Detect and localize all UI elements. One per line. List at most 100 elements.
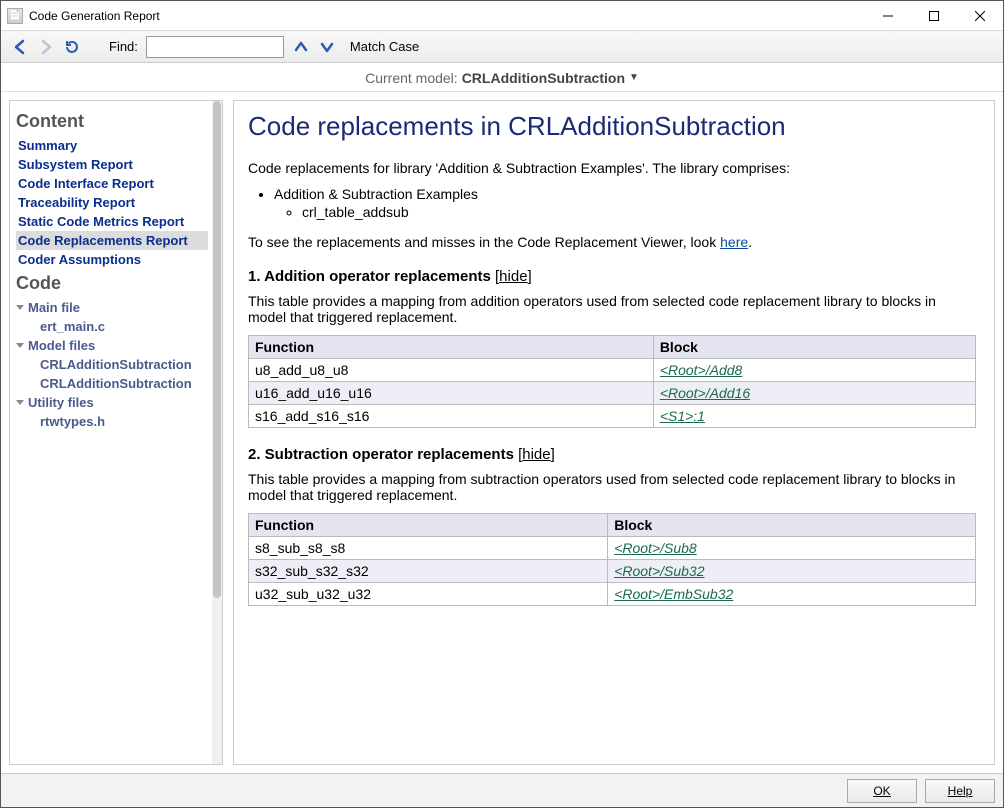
sidebar-item-code-replacements-report[interactable]: Code Replacements Report xyxy=(16,231,208,250)
find-input[interactable] xyxy=(146,36,284,58)
ok-button[interactable]: OK xyxy=(847,779,917,803)
help-button-label: Help xyxy=(948,784,973,798)
intro-text: Code replacements for library 'Addition … xyxy=(248,160,976,176)
sidebar: Content SummarySubsystem ReportCode Inte… xyxy=(9,100,223,765)
sidebar-item-traceability-report[interactable]: Traceability Report xyxy=(16,193,208,212)
back-button[interactable] xyxy=(11,38,29,56)
section2-hide-link[interactable]: hide xyxy=(522,446,550,463)
table-row: u16_add_u16_u16 <Root>/Add16 xyxy=(249,382,976,405)
block-link[interactable]: <Root>/Sub8 xyxy=(614,540,697,556)
current-model-prefix: Current model: xyxy=(365,70,458,86)
page-title: Code replacements in CRLAdditionSubtract… xyxy=(248,111,976,142)
table-row: s8_sub_s8_s8 <Root>/Sub8 xyxy=(249,537,976,560)
block-cell: <Root>/Add16 xyxy=(653,382,975,405)
sidebar-item-summary[interactable]: Summary xyxy=(16,136,208,155)
addition-table: Function Block u8_add_u8_u8 <Root>/Add8 u1… xyxy=(248,335,976,428)
file-link[interactable]: CRLAdditionSubtraction xyxy=(16,374,208,393)
find-next-button[interactable] xyxy=(318,38,336,56)
block-link[interactable]: <Root>/Sub32 xyxy=(614,563,704,579)
footer: OK Help xyxy=(1,773,1003,807)
table-row: s32_sub_s32_s32 <Root>/Sub32 xyxy=(249,560,976,583)
code-section-model-files[interactable]: Model files xyxy=(16,336,208,355)
viewer-sentence-pre: To see the replacements and misses in th… xyxy=(248,234,720,250)
sidebar-item-subsystem-report[interactable]: Subsystem Report xyxy=(16,155,208,174)
block-cell: <Root>/Add8 xyxy=(653,359,975,382)
table-header-block: Block xyxy=(653,336,975,359)
scrollbar-thumb[interactable] xyxy=(213,101,221,598)
toolbar: Find: Match Case xyxy=(1,31,1003,63)
help-button[interactable]: Help xyxy=(925,779,995,803)
function-cell: u16_add_u16_u16 xyxy=(249,382,654,405)
section2-heading: 2. Subtraction operator replacements [hi… xyxy=(248,446,976,463)
block-link[interactable]: <Root>/Add8 xyxy=(660,362,743,378)
library-item-label: Addition & Subtraction Examples xyxy=(274,186,478,202)
code-heading: Code xyxy=(16,273,208,294)
sidebar-item-code-interface-report[interactable]: Code Interface Report xyxy=(16,174,208,193)
file-link[interactable]: ert_main.c xyxy=(16,317,208,336)
close-button[interactable] xyxy=(957,1,1003,30)
current-model-name: CRLAdditionSubtraction xyxy=(462,70,625,86)
content-heading: Content xyxy=(16,111,208,132)
function-cell: s32_sub_s32_s32 xyxy=(249,560,608,583)
file-link[interactable]: CRLAdditionSubtraction xyxy=(16,355,208,374)
dropdown-icon: ▼ xyxy=(629,72,639,83)
block-cell: <Root>/Sub8 xyxy=(608,537,976,560)
library-list: Addition & Subtraction Examples crl_tabl… xyxy=(274,186,976,220)
code-section-label: Utility files xyxy=(28,395,94,410)
block-cell: <S1>:1 xyxy=(653,405,975,428)
sidebar-scrollbar[interactable] xyxy=(212,101,222,764)
refresh-button[interactable] xyxy=(63,38,81,56)
subtraction-table: Function Block s8_sub_s8_s8 <Root>/Sub8 s3… xyxy=(248,513,976,606)
forward-button[interactable] xyxy=(37,38,55,56)
block-link[interactable]: <Root>/EmbSub32 xyxy=(614,586,733,602)
minimize-button[interactable] xyxy=(865,1,911,30)
function-cell: s8_sub_s8_s8 xyxy=(249,537,608,560)
window-controls xyxy=(865,1,1003,30)
match-case-label[interactable]: Match Case xyxy=(350,39,419,54)
viewer-link[interactable]: here xyxy=(720,234,748,250)
function-cell: s16_add_s16_s16 xyxy=(249,405,654,428)
block-cell: <Root>/Sub32 xyxy=(608,560,976,583)
code-section-main-file[interactable]: Main file xyxy=(16,298,208,317)
body-area: Content SummarySubsystem ReportCode Inte… xyxy=(1,92,1003,773)
caret-down-icon xyxy=(16,305,24,310)
section1-desc: This table provides a mapping from addit… xyxy=(248,293,976,325)
viewer-sentence-post: . xyxy=(748,234,752,250)
window-title: Code Generation Report xyxy=(29,9,865,23)
caret-down-icon xyxy=(16,400,24,405)
code-section-label: Main file xyxy=(28,300,80,315)
function-cell: u32_sub_u32_u32 xyxy=(249,583,608,606)
code-section-utility-files[interactable]: Utility files xyxy=(16,393,208,412)
table-row: u8_add_u8_u8 <Root>/Add8 xyxy=(249,359,976,382)
library-item: Addition & Subtraction Examples crl_tabl… xyxy=(274,186,976,220)
code-section-label: Model files xyxy=(28,338,95,353)
section1-hide-link[interactable]: hide xyxy=(499,268,527,285)
caret-down-icon xyxy=(16,343,24,348)
library-sub-item: crl_table_addsub xyxy=(302,204,976,220)
title-bar: Code Generation Report xyxy=(1,1,1003,31)
file-link[interactable]: rtwtypes.h xyxy=(16,412,208,431)
section2-desc: This table provides a mapping from subtr… xyxy=(248,471,976,503)
find-label: Find: xyxy=(109,39,138,54)
section2-title: 2. Subtraction operator replacements xyxy=(248,446,514,463)
maximize-button[interactable] xyxy=(911,1,957,30)
find-prev-button[interactable] xyxy=(292,38,310,56)
table-row: s16_add_s16_s16 <S1>:1 xyxy=(249,405,976,428)
main-panel: Code replacements in CRLAdditionSubtract… xyxy=(233,100,995,765)
table-header-block: Block xyxy=(608,514,976,537)
sidebar-item-static-code-metrics-report[interactable]: Static Code Metrics Report xyxy=(16,212,208,231)
sidebar-item-coder-assumptions[interactable]: Coder Assumptions xyxy=(16,250,208,269)
block-cell: <Root>/EmbSub32 xyxy=(608,583,976,606)
table-header-function: Function xyxy=(249,514,608,537)
app-icon xyxy=(7,8,23,24)
ok-button-label: OK xyxy=(873,784,890,798)
current-model-bar[interactable]: Current model: CRLAdditionSubtraction ▼ xyxy=(1,64,1003,92)
block-link[interactable]: <S1>:1 xyxy=(660,408,705,424)
viewer-sentence: To see the replacements and misses in th… xyxy=(248,234,976,250)
section1-heading: 1. Addition operator replacements [hide] xyxy=(248,268,976,285)
section1-title: 1. Addition operator replacements xyxy=(248,268,491,285)
function-cell: u8_add_u8_u8 xyxy=(249,359,654,382)
block-link[interactable]: <Root>/Add16 xyxy=(660,385,750,401)
table-header-function: Function xyxy=(249,336,654,359)
table-row: u32_sub_u32_u32 <Root>/EmbSub32 xyxy=(249,583,976,606)
